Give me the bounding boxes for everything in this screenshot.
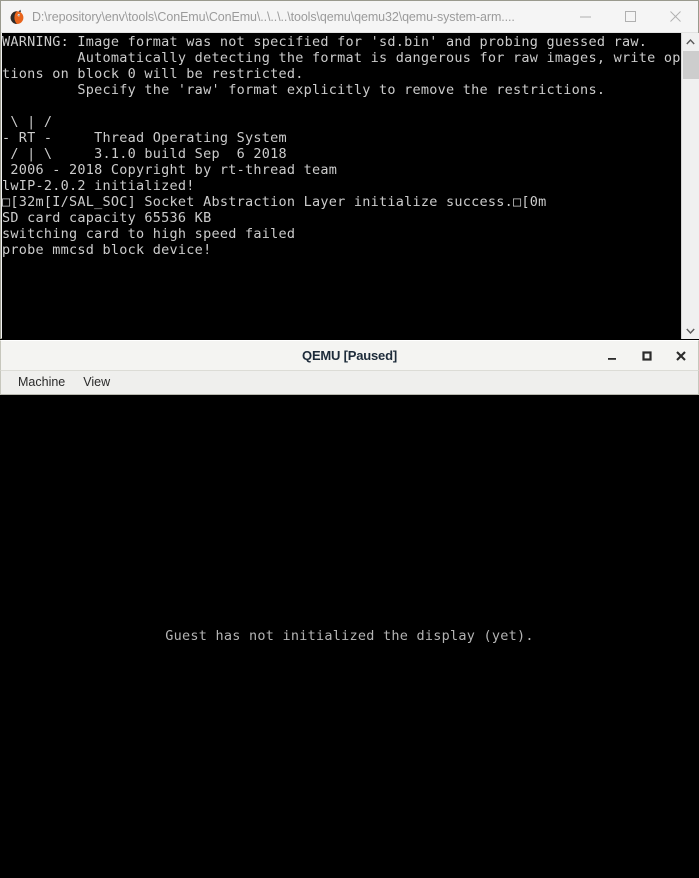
menu-item-view[interactable]: View [74,373,119,392]
conemu-close-button[interactable] [653,2,698,32]
console-output-area[interactable]: WARNING: Image format was not specified … [2,33,699,339]
conemu-app-icon [9,9,25,25]
qemu-window: QEMU [Paused] Machine View Guest has not… [0,340,699,878]
qemu-window-controls [596,341,698,371]
qemu-maximize-button[interactable] [630,341,664,371]
guest-display-message: Guest has not initialized the display (y… [165,628,534,644]
scrollbar-thumb[interactable] [683,51,699,79]
qemu-minimize-button[interactable] [596,341,630,371]
scroll-down-icon[interactable] [682,322,699,339]
conemu-title-text: D:\repository\env\tools\ConEmu\ConEmu\..… [32,9,515,24]
console-vertical-scrollbar[interactable] [681,33,699,339]
conemu-window: D:\repository\env\tools\ConEmu\ConEmu\..… [0,0,699,339]
qemu-titlebar[interactable]: QEMU [Paused] [0,340,699,371]
console-output-text: WARNING: Image format was not specified … [2,34,699,258]
conemu-minimize-button[interactable] [563,2,608,32]
conemu-titlebar[interactable]: D:\repository\env\tools\ConEmu\ConEmu\..… [1,1,698,33]
conemu-maximize-button[interactable] [608,2,653,32]
menu-item-machine[interactable]: Machine [9,373,74,392]
qemu-guest-display[interactable]: Guest has not initialized the display (y… [0,396,699,878]
qemu-close-button[interactable] [664,341,698,371]
qemu-title-text: QEMU [Paused] [302,348,397,363]
qemu-menubar: Machine View [0,371,699,395]
scroll-up-icon[interactable] [682,33,699,50]
